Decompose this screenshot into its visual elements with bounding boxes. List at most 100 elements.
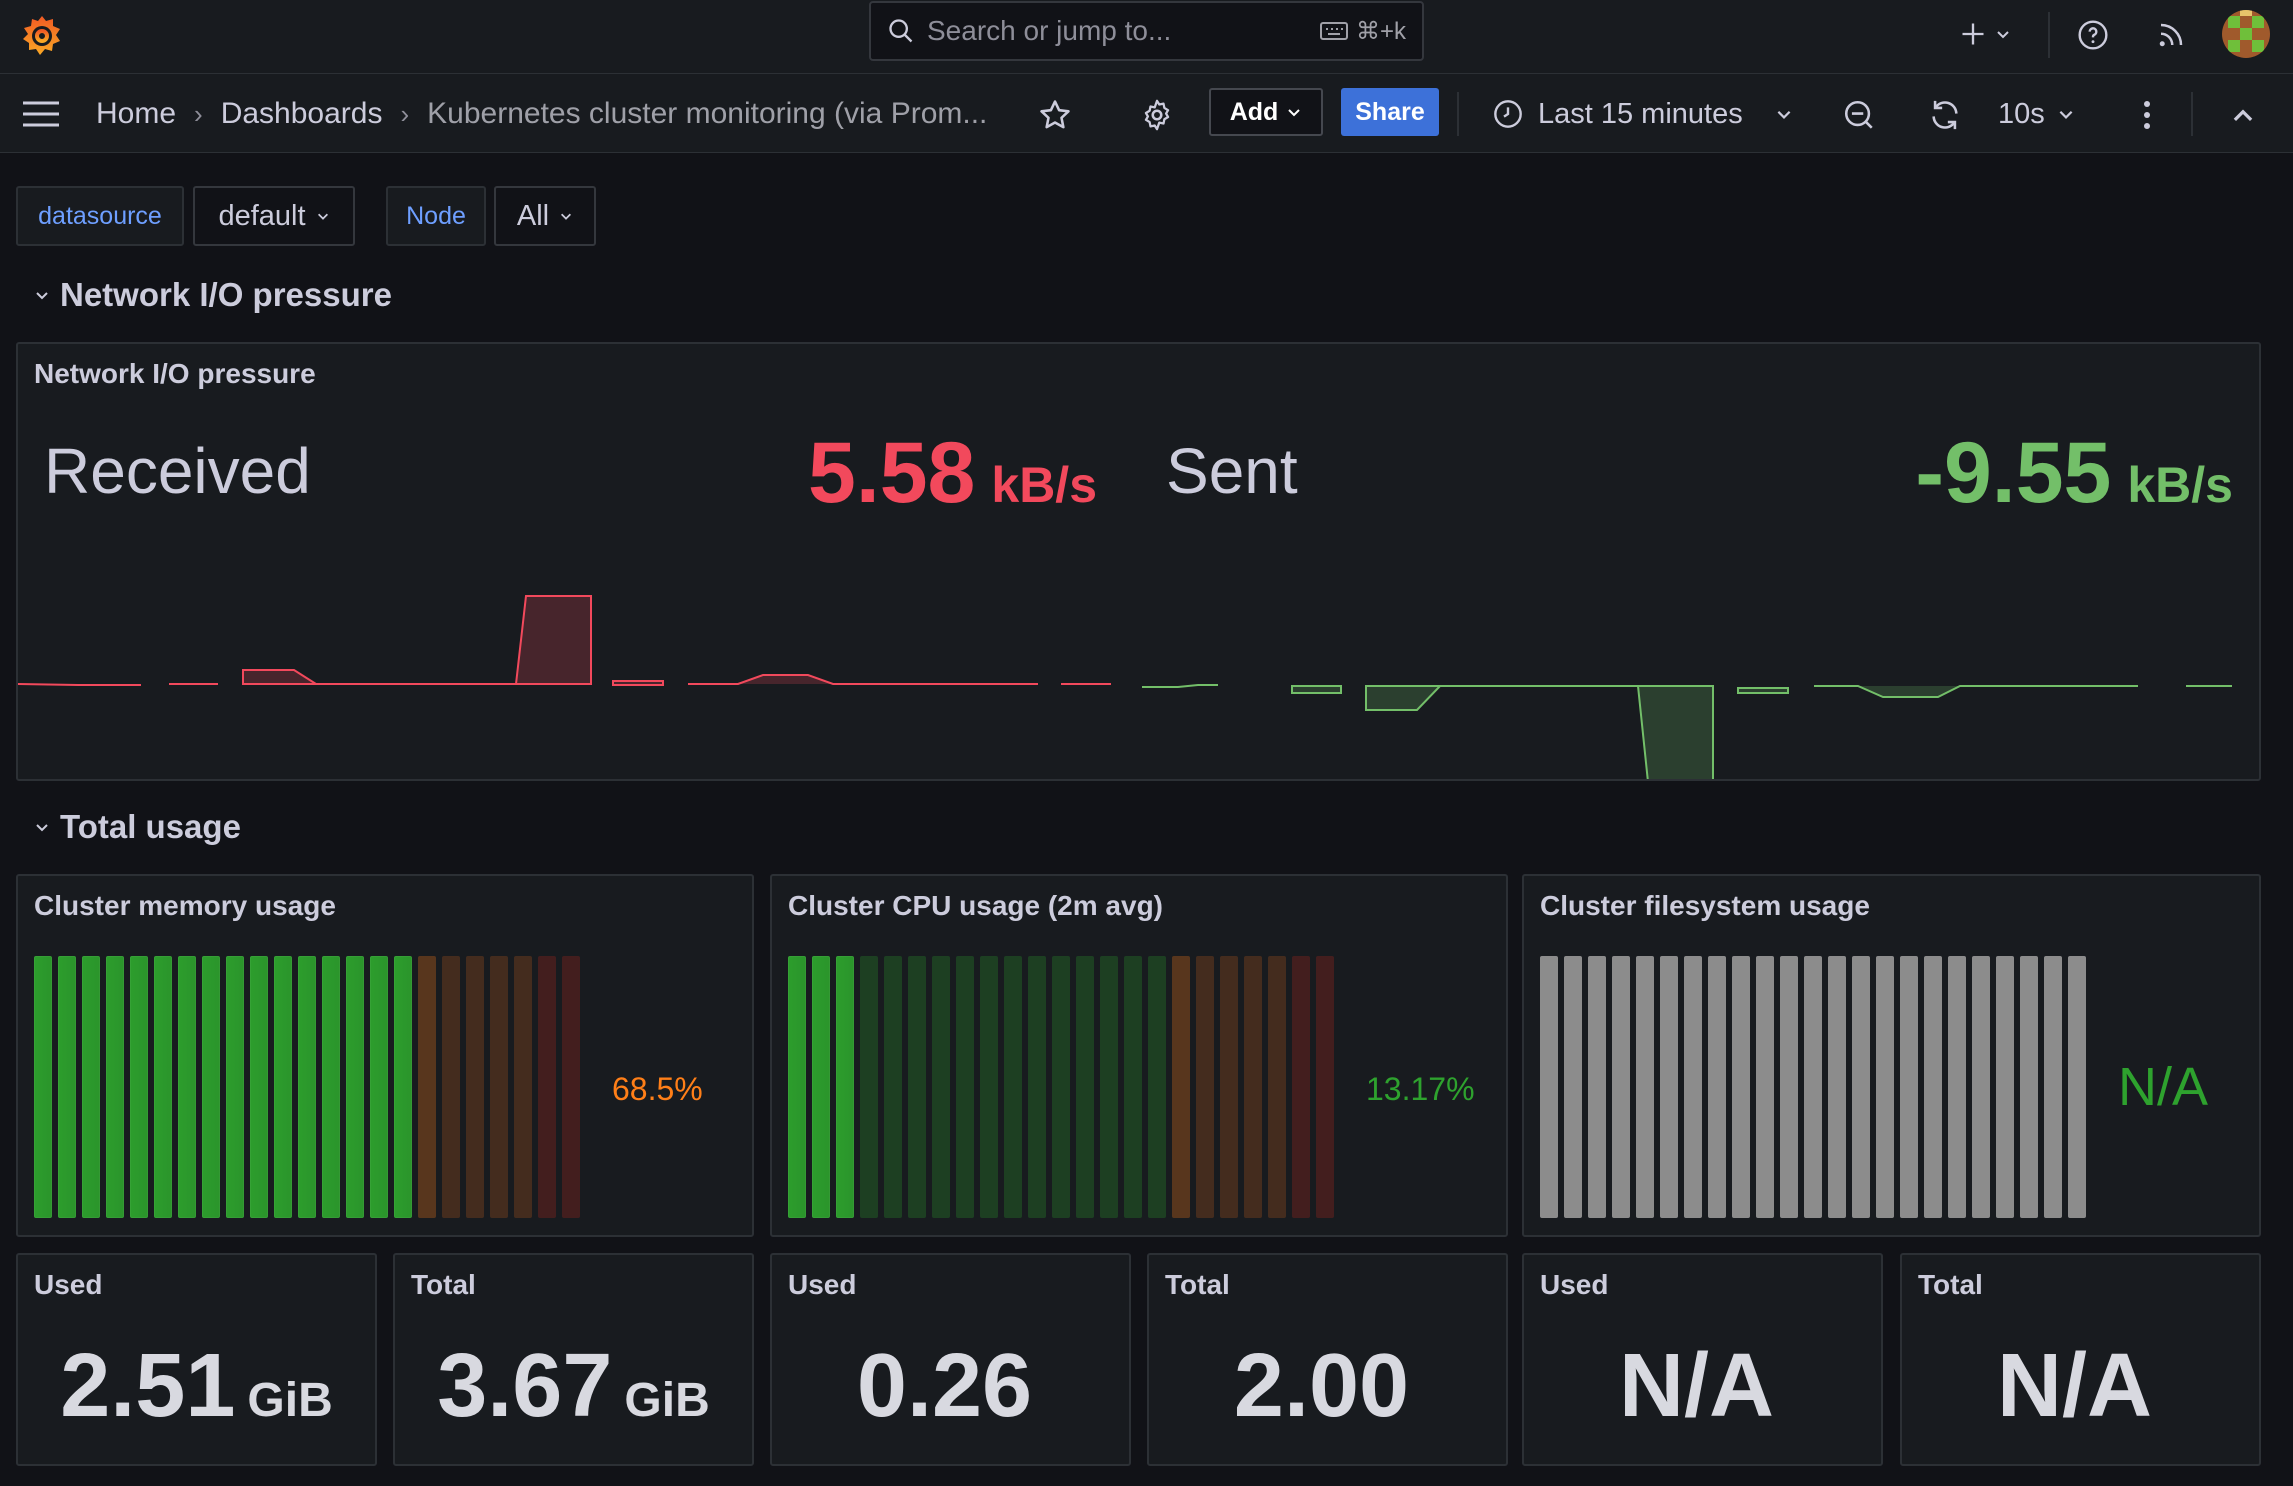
gauge-cell bbox=[1052, 956, 1070, 1218]
filesystem-gauge-value: N/A bbox=[2118, 1057, 2209, 1117]
gauge-cell bbox=[1316, 956, 1334, 1218]
shortcut-text: ⌘+k bbox=[1355, 17, 1406, 45]
add-button[interactable]: Add bbox=[1209, 88, 1323, 136]
memory-total-stat[interactable]: Total 3.67 GiB bbox=[393, 1253, 754, 1466]
variable-label-datasource: datasource bbox=[16, 186, 184, 246]
refresh-interval-label: 10s bbox=[1998, 97, 2045, 130]
gauge-cell bbox=[1948, 956, 1966, 1218]
cpu-gauge-value: 13.17% bbox=[1366, 1071, 1475, 1107]
gauge-cell bbox=[394, 956, 412, 1218]
breadcrumb-dashboards[interactable]: Dashboards bbox=[221, 97, 383, 131]
chevron-down-icon bbox=[1288, 109, 1301, 117]
gauge-cell bbox=[836, 956, 854, 1218]
sent-value: -9.55 bbox=[1915, 425, 2112, 521]
new-plus-button[interactable] bbox=[1950, 12, 2020, 56]
chevron-down-icon bbox=[36, 292, 48, 300]
gauge-cell bbox=[812, 956, 830, 1218]
panel-title: Cluster memory usage bbox=[34, 890, 336, 921]
stat-value-group: 2.00 bbox=[1149, 1335, 1506, 1438]
sent-unit: kB/s bbox=[2127, 457, 2233, 513]
gauge-cell bbox=[298, 956, 316, 1218]
gauge-cell bbox=[202, 956, 220, 1218]
refresh-icon[interactable] bbox=[1924, 94, 1966, 136]
gauge-cell bbox=[1876, 956, 1894, 1218]
gauge-cell bbox=[538, 956, 556, 1218]
received-value-group: 5.58 kB/s bbox=[808, 424, 1097, 523]
row-title: Network I/O pressure bbox=[60, 276, 392, 313]
received-label: Received bbox=[44, 435, 311, 507]
memory-gauge-value: 68.5% bbox=[612, 1071, 703, 1107]
memory-used-stat[interactable]: Used 2.51 GiB bbox=[16, 1253, 377, 1466]
variable-select-datasource[interactable]: default bbox=[193, 186, 355, 246]
gauge-cell bbox=[1268, 956, 1286, 1218]
sent-label: Sent bbox=[1166, 435, 1298, 507]
settings-gear-icon[interactable] bbox=[1136, 94, 1178, 136]
avatar[interactable] bbox=[2222, 10, 2270, 58]
add-button-label: Add bbox=[1229, 97, 1279, 126]
variable-label-text: Node bbox=[406, 201, 466, 230]
network-io-panel[interactable]: Network I/O pressure Received 5.58 kB/s … bbox=[16, 342, 2261, 781]
panel-title: Cluster CPU usage (2m avg) bbox=[788, 890, 1163, 921]
stat-value-group: 0.26 bbox=[772, 1335, 1129, 1438]
refresh-interval-picker[interactable]: 10s bbox=[1998, 92, 2075, 136]
more-vertical-icon[interactable] bbox=[2126, 94, 2168, 136]
gauge-cell bbox=[1076, 956, 1094, 1218]
gauge-cell bbox=[860, 956, 878, 1218]
cpu-usage-panel[interactable]: Cluster CPU usage (2m avg) 13.17% bbox=[770, 874, 1508, 1237]
gauge-cell bbox=[226, 956, 244, 1218]
menu-icon[interactable] bbox=[18, 94, 64, 134]
panel-title: Used bbox=[34, 1269, 103, 1300]
rss-icon[interactable] bbox=[2150, 14, 2192, 56]
search-icon bbox=[887, 17, 915, 45]
gauge-cell bbox=[274, 956, 292, 1218]
gauge-cell bbox=[442, 956, 460, 1218]
variable-select-node[interactable]: All bbox=[494, 186, 596, 246]
gauge-cell bbox=[1660, 956, 1678, 1218]
gauge-cell bbox=[1636, 956, 1654, 1218]
stat-value: N/A bbox=[1619, 1336, 1774, 1436]
time-range-picker[interactable]: Last 15 minutes bbox=[1492, 92, 1793, 136]
panel-title: Used bbox=[1540, 1269, 1609, 1300]
row-header-network[interactable]: Network I/O pressure bbox=[34, 270, 392, 320]
panel-title: Total bbox=[411, 1269, 476, 1300]
breadcrumb-current: Kubernetes cluster monitoring (via Prom.… bbox=[427, 97, 988, 130]
filesystem-used-stat[interactable]: Used N/A bbox=[1522, 1253, 1883, 1466]
row-header-total-usage[interactable]: Total usage bbox=[34, 802, 241, 852]
keyboard-icon bbox=[1319, 22, 1348, 40]
gauge-cell bbox=[1708, 956, 1726, 1218]
gauge-cell bbox=[2068, 956, 2086, 1218]
gauge-cell bbox=[1028, 956, 1046, 1218]
gauge-cell bbox=[956, 956, 974, 1218]
filesystem-total-stat[interactable]: Total N/A bbox=[1900, 1253, 2261, 1466]
gauge-cell bbox=[884, 956, 902, 1218]
cpu-used-stat[interactable]: Used 0.26 bbox=[770, 1253, 1131, 1466]
gauge-cell bbox=[1996, 956, 2014, 1218]
panel-title: Network I/O pressure bbox=[34, 358, 316, 389]
gauge-cell bbox=[370, 956, 388, 1218]
gauge-cell bbox=[1924, 956, 1942, 1218]
share-button[interactable]: Share bbox=[1341, 88, 1439, 136]
filesystem-bar-gauge bbox=[1540, 956, 2086, 1218]
gauge-cell bbox=[1292, 956, 1310, 1218]
zoom-out-icon[interactable] bbox=[1838, 94, 1880, 136]
star-icon[interactable] bbox=[1034, 94, 1076, 136]
chevron-up-icon[interactable] bbox=[2222, 94, 2264, 136]
gauge-cell bbox=[1588, 956, 1606, 1218]
gauge-cell bbox=[1172, 956, 1190, 1218]
gauge-cell bbox=[154, 956, 172, 1218]
breadcrumb-home[interactable]: Home bbox=[96, 97, 176, 131]
gauge-cell bbox=[980, 956, 998, 1218]
grafana-logo-icon[interactable] bbox=[14, 8, 70, 64]
panel-title: Total bbox=[1165, 1269, 1230, 1300]
help-icon[interactable] bbox=[2072, 14, 2114, 56]
memory-usage-panel[interactable]: Cluster memory usage 68.5% bbox=[16, 874, 754, 1237]
gauge-cell bbox=[1828, 956, 1846, 1218]
panel-title: Cluster filesystem usage bbox=[1540, 890, 1870, 921]
gauge-cell bbox=[418, 956, 436, 1218]
gauge-cell bbox=[562, 956, 580, 1218]
chevron-down-icon bbox=[2059, 110, 2073, 119]
breadcrumb-separator-icon: › bbox=[194, 98, 203, 129]
filesystem-usage-panel[interactable]: Cluster filesystem usage N/A bbox=[1522, 874, 2261, 1237]
cpu-total-stat[interactable]: Total 2.00 bbox=[1147, 1253, 1508, 1466]
search-input[interactable]: Search or jump to... ⌘+k bbox=[869, 1, 1424, 61]
